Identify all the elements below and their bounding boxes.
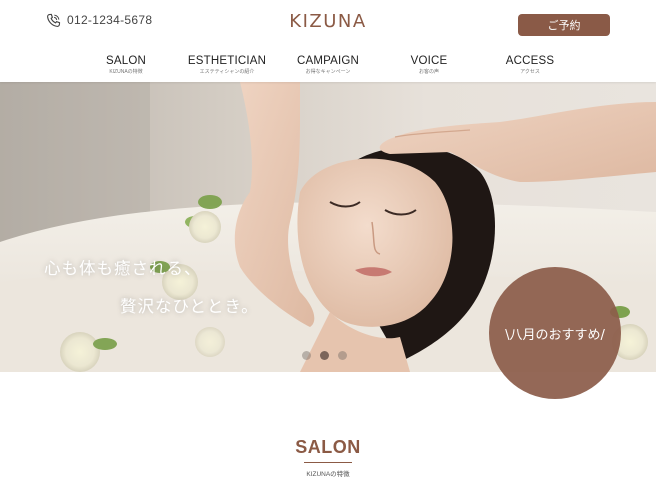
slider-dot-2[interactable] bbox=[320, 351, 329, 360]
site-header: 012-1234-5678 KIZUNA ご予約 SALON KIZUNAの特徴… bbox=[0, 0, 656, 82]
nav-label: CAMPAIGN bbox=[296, 55, 360, 67]
slider-dot-3[interactable] bbox=[338, 351, 347, 360]
title-divider bbox=[304, 462, 352, 463]
reserve-button[interactable]: ご予約 bbox=[518, 14, 610, 36]
nav-sublabel: KIZUNAの特徴 bbox=[109, 69, 143, 75]
promo-label: \八月のおすすめ/ bbox=[505, 327, 605, 343]
nav-label: VOICE bbox=[410, 55, 448, 67]
hero-copy-line1: 心も体も癒される、 bbox=[44, 259, 202, 278]
section-title: SALON bbox=[295, 437, 361, 457]
main-nav: SALON KIZUNAの特徴 ESTHETICIAN エステティシャンの紹介 … bbox=[0, 54, 656, 80]
nav-item-salon[interactable]: SALON KIZUNAの特徴 bbox=[106, 54, 146, 76]
nav-label: ACCESS bbox=[505, 55, 555, 67]
nav-sublabel: アクセス bbox=[520, 69, 540, 75]
nav-item-access[interactable]: ACCESS アクセス bbox=[506, 54, 555, 76]
section-subtitle: KIZUNAの特徴 bbox=[306, 471, 350, 478]
nav-label: ESTHETICIAN bbox=[187, 55, 267, 67]
nav-item-voice[interactable]: VOICE お客の声 bbox=[411, 54, 448, 76]
slider-dot-1[interactable] bbox=[302, 351, 311, 360]
nav-sublabel: お得なキャンペーン bbox=[305, 69, 351, 75]
nav-label: SALON bbox=[106, 55, 146, 67]
nav-item-esthetician[interactable]: ESTHETICIAN エステティシャンの紹介 bbox=[188, 54, 266, 76]
hero-copy-line2: 贅沢なひととき。 bbox=[120, 297, 259, 316]
nav-sublabel: お客の声 bbox=[418, 69, 440, 75]
nav-sublabel: エステティシャンの紹介 bbox=[199, 69, 255, 75]
nav-item-campaign[interactable]: CAMPAIGN お得なキャンペーン bbox=[297, 54, 359, 76]
slider-pagination bbox=[302, 351, 347, 360]
promo-badge[interactable]: \八月のおすすめ/ bbox=[489, 267, 621, 399]
